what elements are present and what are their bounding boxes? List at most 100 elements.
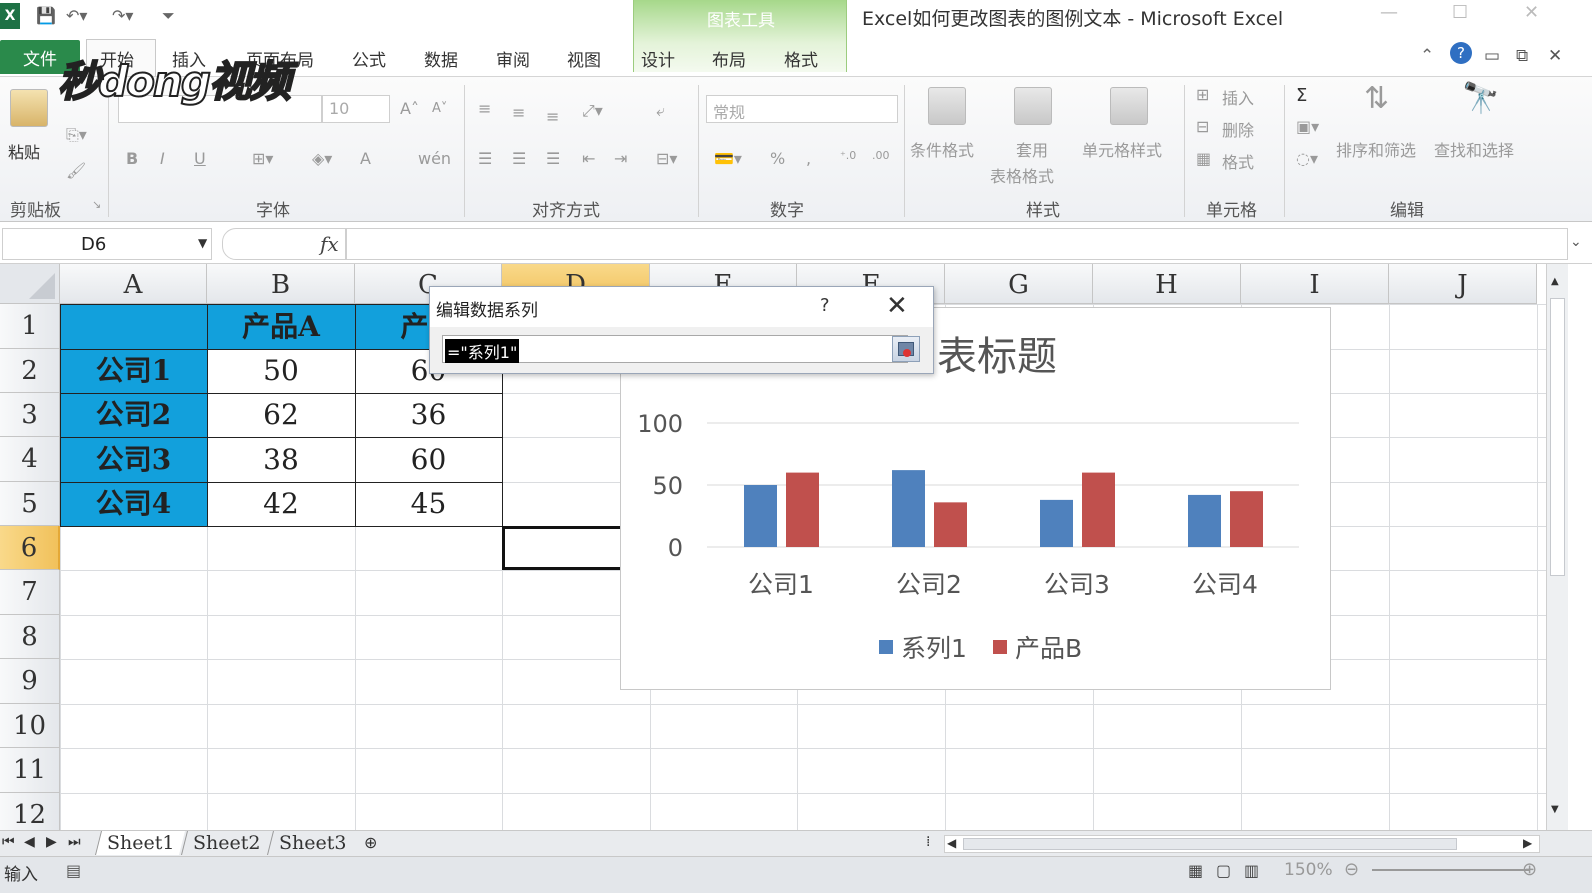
align-top-icon[interactable]: ≡ [478, 99, 491, 118]
row-header[interactable]: 11 [0, 748, 60, 793]
font-size-combo[interactable]: 10 [322, 95, 390, 123]
align-middle-icon[interactable]: ≡ [512, 103, 525, 122]
maximize-button[interactable]: ☐ [1452, 2, 1468, 23]
scroll-up-icon[interactable]: ▲ [1551, 276, 1559, 287]
expand-formula-bar-icon[interactable]: ⌄ [1570, 234, 1582, 250]
fill-icon[interactable]: ▣▾ [1296, 117, 1319, 136]
name-box[interactable]: D6 [2, 228, 212, 260]
close-window-button[interactable]: ✕ [1524, 2, 1539, 23]
paste-button[interactable]: 粘贴 [8, 139, 40, 163]
conditional-format-button[interactable]: 条件格式 [910, 137, 974, 161]
tab-layout[interactable]: 布局 [712, 46, 746, 71]
row-header[interactable]: 5 [0, 482, 60, 526]
insert-cells-icon[interactable]: ⊞ [1196, 85, 1209, 104]
align-bottom-icon[interactable]: ≡ [546, 107, 559, 126]
orientation-icon[interactable]: ⤢▾ [582, 101, 603, 121]
copy-icon[interactable]: ⎘▾ [66, 125, 87, 145]
format-painter-icon[interactable]: 🖌 [66, 161, 86, 180]
collapse-dialog-button[interactable] [892, 336, 920, 362]
cell-styles-icon[interactable] [1110, 87, 1148, 125]
find-select-icon[interactable]: 🔭 [1462, 81, 1499, 116]
horizontal-scroll-thumb[interactable] [963, 838, 1457, 850]
vertical-scroll-thumb[interactable] [1550, 298, 1565, 576]
bold-button[interactable]: B [126, 149, 138, 168]
conditional-format-icon[interactable] [928, 87, 966, 125]
autosum-button[interactable]: Σ [1296, 85, 1307, 106]
tab-design[interactable]: 设计 [641, 46, 675, 71]
tab-view[interactable]: 视图 [567, 46, 601, 71]
new-sheet-icon[interactable]: ⊕ [364, 833, 377, 852]
insert-cells-button[interactable]: 插入 [1222, 85, 1254, 109]
table-format-line2[interactable]: 表格格式 [990, 163, 1054, 187]
help-icon[interactable]: ? [1450, 42, 1472, 64]
decrease-indent-icon[interactable]: ⇤ [582, 149, 595, 168]
comma-button[interactable]: , [806, 149, 811, 168]
font-color-button[interactable]: A [360, 149, 371, 168]
select-all-corner[interactable] [0, 264, 60, 304]
tab-split-handle[interactable]: ⁞ [926, 834, 930, 850]
normal-view-icon[interactable]: ▦ [1188, 861, 1203, 880]
row-header[interactable]: 8 [0, 615, 60, 659]
save-icon[interactable]: 💾 [36, 6, 56, 25]
tab-formulas[interactable]: 公式 [352, 46, 386, 71]
first-sheet-icon[interactable]: ⏮ [2, 834, 15, 850]
workbook-restore-icon[interactable]: ⧉ [1516, 46, 1528, 66]
workbook-close-icon[interactable]: ✕ [1548, 46, 1562, 66]
phonetic-button[interactable]: wén [418, 149, 451, 168]
zoom-in-icon[interactable]: ⊕ [1522, 859, 1537, 880]
row-header[interactable]: 7 [0, 570, 60, 615]
workbook-minimize-icon[interactable]: ▭ [1484, 46, 1500, 66]
dialog-launcher-icon[interactable]: ↘ [92, 198, 101, 211]
scroll-right-icon[interactable]: ▶ [1523, 836, 1532, 850]
wrap-text-icon[interactable]: ⤶ [656, 101, 665, 121]
tab-format[interactable]: 格式 [784, 46, 818, 71]
sheet-tab[interactable]: Sheet1 [95, 831, 186, 855]
sheet-tab[interactable]: Sheet3 [267, 831, 358, 855]
zoom-out-icon[interactable]: ⊖ [1344, 859, 1359, 880]
increase-decimal-button[interactable]: ⁺.0 [840, 149, 856, 162]
fill-color-icon[interactable]: ◈▾ [312, 149, 332, 168]
tab-review[interactable]: 审阅 [496, 46, 530, 71]
find-select-button[interactable]: 查找和选择 [1434, 137, 1514, 161]
series-name-input[interactable]: ="系列1" [442, 335, 908, 363]
undo-icon[interactable]: ↶▾ [66, 6, 87, 25]
row-header[interactable]: 2 [0, 349, 60, 393]
dialog-close-button[interactable]: ✕ [886, 291, 908, 321]
decrease-decimal-button[interactable]: .00 [872, 149, 890, 162]
name-box-dropdown-icon[interactable]: ▼ [198, 236, 207, 250]
row-header[interactable]: 4 [0, 437, 60, 482]
shrink-font-icon[interactable]: A˅ [432, 101, 447, 116]
column-header[interactable]: A [60, 264, 207, 304]
cell-styles-button[interactable]: 单元格样式 [1082, 137, 1162, 161]
merge-center-icon[interactable]: ⊟▾ [656, 149, 677, 168]
prev-sheet-icon[interactable]: ◀ [24, 834, 35, 850]
border-icon[interactable]: ⊞▾ [252, 149, 273, 168]
align-left-icon[interactable]: ☰ [478, 149, 492, 168]
sheet-tab[interactable]: Sheet2 [181, 831, 272, 855]
dialog-help-button[interactable]: ? [820, 295, 830, 316]
dialog-titlebar[interactable]: 编辑数据系列 ? ✕ [430, 287, 933, 327]
column-header[interactable]: H [1093, 264, 1241, 304]
row-header[interactable]: 1 [0, 304, 60, 349]
format-cells-icon[interactable]: ▦ [1196, 149, 1211, 168]
minimize-button[interactable]: — [1380, 2, 1398, 23]
sort-filter-icon[interactable]: ⇅ [1364, 81, 1389, 116]
scroll-left-icon[interactable]: ◀ [947, 836, 956, 850]
align-center-icon[interactable]: ☰ [512, 149, 526, 168]
page-break-view-icon[interactable]: ▥ [1244, 861, 1259, 880]
format-cells-button[interactable]: 格式 [1222, 149, 1254, 173]
column-header[interactable]: J [1389, 264, 1537, 304]
percent-button[interactable]: % [770, 149, 785, 168]
align-right-icon[interactable]: ☰ [546, 149, 560, 168]
row-header[interactable]: 9 [0, 659, 60, 704]
next-sheet-icon[interactable]: ▶ [46, 834, 57, 850]
row-header[interactable]: 3 [0, 393, 60, 437]
macro-record-icon[interactable]: ▤ [66, 861, 81, 880]
insert-function-icon[interactable]: fx [320, 232, 339, 256]
increase-indent-icon[interactable]: ⇥ [614, 149, 627, 168]
paste-icon[interactable] [10, 89, 48, 127]
zoom-level[interactable]: 150% [1284, 860, 1333, 880]
row-header[interactable]: 12 [0, 793, 60, 830]
redo-icon[interactable]: ↷▾ [112, 6, 133, 25]
column-header[interactable]: G [945, 264, 1093, 304]
